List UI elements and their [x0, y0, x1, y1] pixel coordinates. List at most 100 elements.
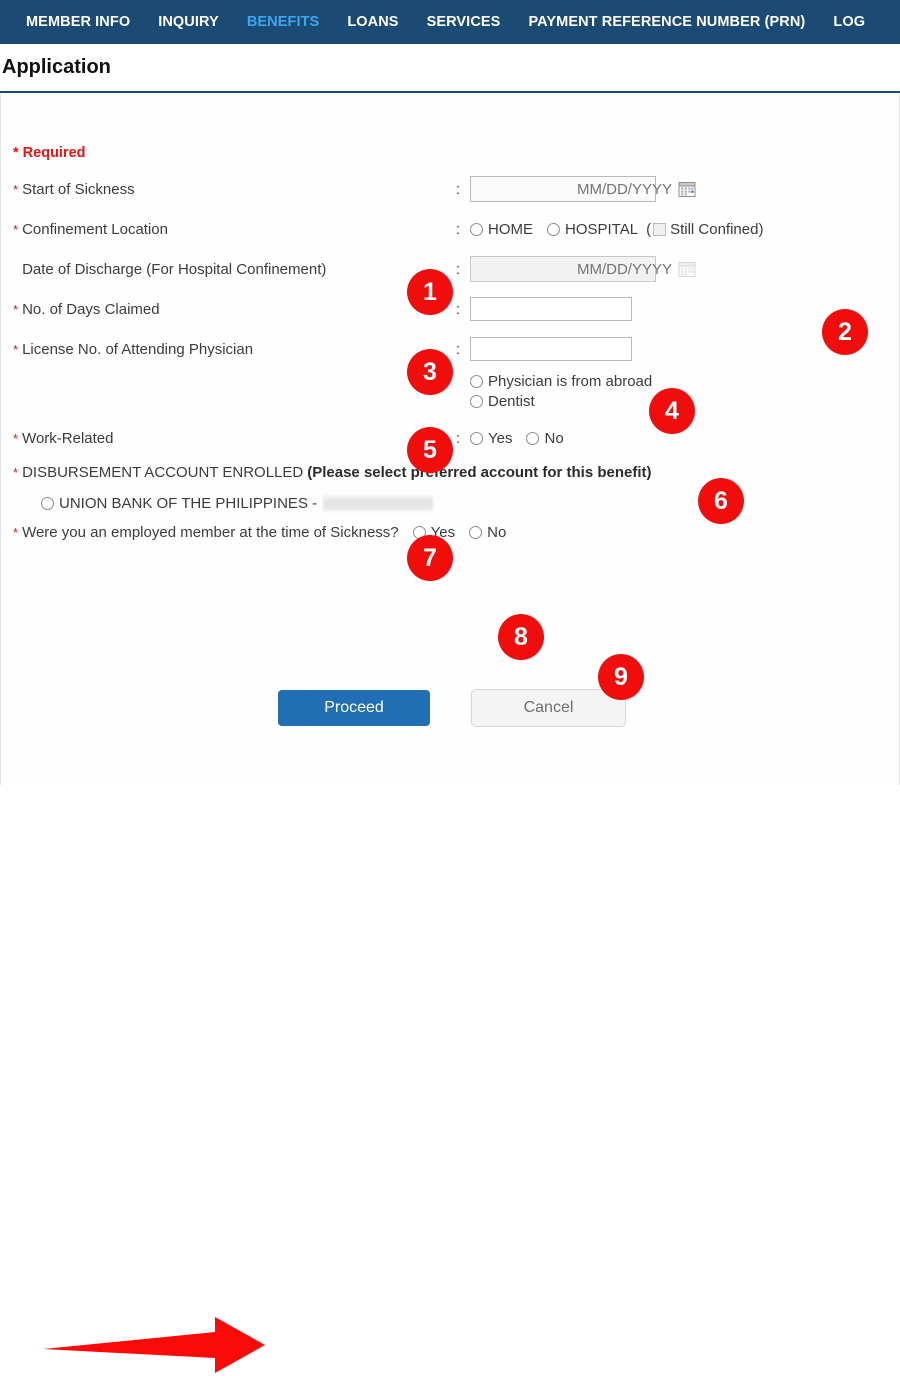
radio-union-bank-label: UNION BANK OF THE PHILIPPINES -	[59, 495, 318, 512]
proceed-button[interactable]: Proceed	[278, 690, 430, 726]
required-asterisk: *	[13, 301, 19, 317]
nav-item-payment-reference-number[interactable]: PAYMENT REFERENCE NUMBER (PRN)	[514, 14, 819, 30]
radio-physician-abroad-label: Physician is from abroad	[488, 373, 653, 390]
page-title: Application	[2, 56, 111, 78]
radio-dentist-icon[interactable]	[470, 395, 483, 408]
employed-question-label: Were you an employed member at the time …	[22, 524, 399, 541]
label-start-of-sickness: * Start of Sickness	[1, 181, 456, 198]
required-asterisk: *	[13, 465, 19, 480]
radio-home-label: HOME	[488, 220, 533, 238]
annotation-badge-2: 2	[822, 309, 868, 355]
calendar-icon	[678, 262, 696, 277]
paren-close: )	[758, 220, 764, 238]
annotation-badge-9: 9	[598, 654, 644, 700]
annotation-badge-5: 5	[407, 427, 453, 473]
annotation-badge-1: 1	[407, 269, 453, 315]
disbursement-note: (Please select preferred account for thi…	[307, 464, 652, 481]
required-asterisk: *	[13, 430, 19, 446]
nav-item-benefits[interactable]: BENEFITS	[233, 14, 334, 30]
colon-separator: :	[456, 340, 461, 358]
radio-hospital-icon[interactable]	[547, 222, 560, 236]
label-text: Date of Discharge (For Hospital Confinem…	[22, 260, 327, 278]
annotation-badge-6: 6	[698, 478, 744, 524]
value-license-no	[470, 337, 632, 361]
disbursement-label: DISBURSEMENT ACCOUNT ENROLLED	[22, 464, 304, 481]
pointer-arrow-annotation	[43, 1317, 265, 1373]
colon-separator: :	[456, 429, 461, 447]
row-employed-question: * Were you an employed member at the tim…	[1, 524, 899, 541]
row-license-no: * License No. of Attending Physician :	[1, 335, 899, 363]
value-days-claimed	[470, 297, 632, 321]
required-asterisk: *	[13, 525, 19, 540]
annotation-badge-3: 3	[407, 349, 453, 395]
page-title-bar: Application	[0, 44, 900, 93]
row-confinement-location: * Confinement Location : HOME HOSPITAL (…	[1, 215, 899, 243]
colon-separator: :	[456, 260, 461, 278]
colon-separator: :	[456, 220, 461, 238]
radio-option-employed-no[interactable]: No	[469, 524, 506, 541]
radio-union-bank-icon[interactable]	[41, 497, 54, 510]
nav-item-logout[interactable]: LOG	[819, 14, 879, 30]
label-confinement-location: * Confinement Location	[1, 221, 456, 238]
disbursement-heading: * DISBURSEMENT ACCOUNT ENROLLED (Please …	[1, 464, 899, 481]
value-date-of-discharge	[470, 256, 696, 282]
colon-separator: :	[456, 300, 461, 318]
row-date-of-discharge: * Date of Discharge (For Hospital Confin…	[1, 255, 899, 283]
radio-option-work-related-no[interactable]: No	[526, 429, 564, 447]
value-work-related: Yes No	[470, 430, 564, 447]
label-text: License No. of Attending Physician	[22, 340, 254, 358]
annotation-badge-4: 4	[649, 388, 695, 434]
label-license-no: * License No. of Attending Physician	[1, 341, 456, 358]
nav-item-inquiry[interactable]: INQUIRY	[144, 14, 233, 30]
radio-work-related-no-label: No	[544, 429, 564, 447]
calendar-icon[interactable]	[678, 180, 696, 198]
license-no-input[interactable]	[470, 337, 632, 361]
label-days-claimed: * No. of Days Claimed	[1, 301, 456, 318]
radio-employed-no-icon[interactable]	[469, 526, 483, 539]
radio-dentist-label: Dentist	[488, 393, 535, 410]
required-note: * Required	[13, 145, 86, 161]
row-start-of-sickness: * Start of Sickness :	[1, 175, 899, 203]
nav-item-member-info[interactable]: MEMBER INFO	[12, 14, 144, 30]
still-confined-label: Still Confined	[670, 220, 759, 238]
required-asterisk: *	[13, 341, 19, 357]
nav-item-loans[interactable]: LOANS	[333, 14, 412, 30]
label-text: No. of Days Claimed	[22, 300, 160, 318]
disbursement-account-option[interactable]: UNION BANK OF THE PHILIPPINES -	[1, 495, 899, 512]
label-text: Work-Related	[22, 429, 114, 447]
date-of-discharge-date-wrap[interactable]	[470, 256, 696, 282]
masked-account-number	[323, 495, 434, 512]
label-text: Confinement Location	[22, 220, 168, 238]
main-navigation-bar: MEMBER INFO INQUIRY BENEFITS LOANS SERVI…	[0, 0, 900, 44]
radio-work-related-yes-label: Yes	[488, 429, 513, 447]
annotation-badge-7: 7	[407, 535, 453, 581]
radio-option-work-related-yes[interactable]: Yes	[470, 430, 512, 447]
annotation-badge-8: 8	[498, 614, 544, 660]
value-confinement-location: HOME HOSPITAL ( Still Confined )	[470, 221, 763, 238]
colon-separator: :	[456, 180, 461, 198]
application-form-container: * Required * Start of Sickness : MM/DD/Y…	[0, 93, 900, 1373]
radio-option-home[interactable]: HOME	[470, 221, 533, 238]
cancel-button[interactable]: Cancel	[471, 689, 626, 727]
radio-home-icon[interactable]	[470, 222, 483, 236]
radio-physician-abroad-icon[interactable]	[470, 375, 483, 388]
radio-work-related-yes-icon[interactable]	[470, 431, 483, 445]
start-of-sickness-date-wrap[interactable]	[470, 176, 696, 202]
radio-option-physician-abroad[interactable]: Physician is from abroad	[470, 373, 885, 390]
required-asterisk: *	[13, 221, 19, 237]
required-asterisk: *	[13, 181, 19, 197]
radio-work-related-no-icon[interactable]	[526, 431, 540, 445]
radio-option-hospital[interactable]: HOSPITAL	[547, 221, 638, 238]
radio-employed-no-label: No	[487, 524, 507, 541]
start-of-sickness-input[interactable]	[471, 176, 678, 202]
still-confined-checkbox[interactable]	[653, 222, 667, 236]
radio-hospital-label: HOSPITAL	[565, 220, 639, 238]
label-date-of-discharge: * Date of Discharge (For Hospital Confin…	[1, 261, 456, 278]
date-of-discharge-input[interactable]	[471, 256, 678, 282]
nav-item-services[interactable]: SERVICES	[413, 14, 515, 30]
paren-open: (	[646, 220, 652, 238]
label-text: Start of Sickness	[22, 180, 135, 198]
label-work-related: * Work-Related	[1, 430, 456, 447]
value-start-of-sickness	[470, 176, 696, 202]
days-claimed-input[interactable]	[470, 297, 632, 321]
